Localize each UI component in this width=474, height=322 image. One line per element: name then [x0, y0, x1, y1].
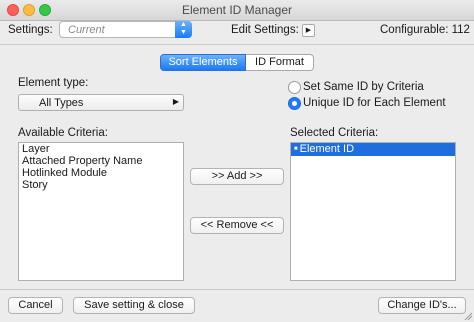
bullet-icon: ■ — [294, 146, 298, 153]
configurable-count: Configurable: 112 — [380, 24, 470, 36]
selected-criteria-list[interactable]: ■ Element ID — [290, 142, 456, 281]
separator — [0, 289, 474, 290]
separator — [0, 44, 474, 45]
tab-sort-elements[interactable]: Sort Elements — [160, 54, 246, 71]
dialog-window: Element ID Manager Settings: Current ▲ ▼ … — [0, 0, 474, 322]
radio-same-id[interactable] — [288, 81, 301, 94]
radio-unique-id[interactable] — [288, 97, 301, 110]
edit-settings-label: Edit Settings: — [231, 24, 299, 36]
cancel-button[interactable]: Cancel — [8, 297, 63, 314]
radio-unique-id-label[interactable]: Unique ID for Each Element — [303, 97, 446, 109]
remove-button[interactable]: << Remove << — [190, 217, 284, 234]
element-type-value: All Types — [39, 97, 84, 109]
settings-label: Settings: — [8, 24, 53, 36]
settings-combo[interactable]: Current ▲ ▼ — [59, 21, 192, 38]
window-title: Element ID Manager — [181, 3, 293, 17]
popup-arrow-icon: ▶ — [172, 97, 179, 106]
save-close-button[interactable]: Save setting & close — [73, 297, 195, 314]
edit-settings-button[interactable]: ▶ — [302, 24, 315, 37]
settings-value: Current — [68, 24, 105, 36]
list-item[interactable]: Attached Property Name — [19, 155, 183, 167]
title-bar: Element ID Manager — [0, 0, 474, 21]
tab-control: Sort Elements ID Format — [160, 54, 314, 71]
list-item[interactable]: Hotlinked Module — [19, 167, 183, 179]
radio-same-id-label[interactable]: Set Same ID by Criteria — [303, 81, 424, 93]
available-criteria-label: Available Criteria: — [18, 127, 108, 139]
list-item[interactable]: ■ Element ID — [291, 143, 455, 156]
play-arrow-icon: ▶ — [305, 27, 312, 34]
tab-id-format[interactable]: ID Format — [246, 54, 314, 71]
stepper-arrows-icon[interactable]: ▲ ▼ — [175, 21, 192, 38]
element-type-label: Element type: — [18, 77, 89, 89]
change-ids-button[interactable]: Change ID's... — [378, 297, 466, 314]
resize-grip-icon[interactable] — [464, 312, 472, 320]
list-item[interactable]: Layer — [19, 143, 183, 155]
selected-criteria-label: Selected Criteria: — [290, 127, 379, 139]
available-criteria-list[interactable]: Layer Attached Property Name Hotlinked M… — [18, 142, 184, 281]
list-item[interactable]: Story — [19, 179, 183, 191]
element-type-popup[interactable]: All Types ▶ — [18, 94, 184, 111]
add-button[interactable]: >> Add >> — [190, 168, 284, 185]
list-item-label: Element ID — [299, 143, 355, 155]
